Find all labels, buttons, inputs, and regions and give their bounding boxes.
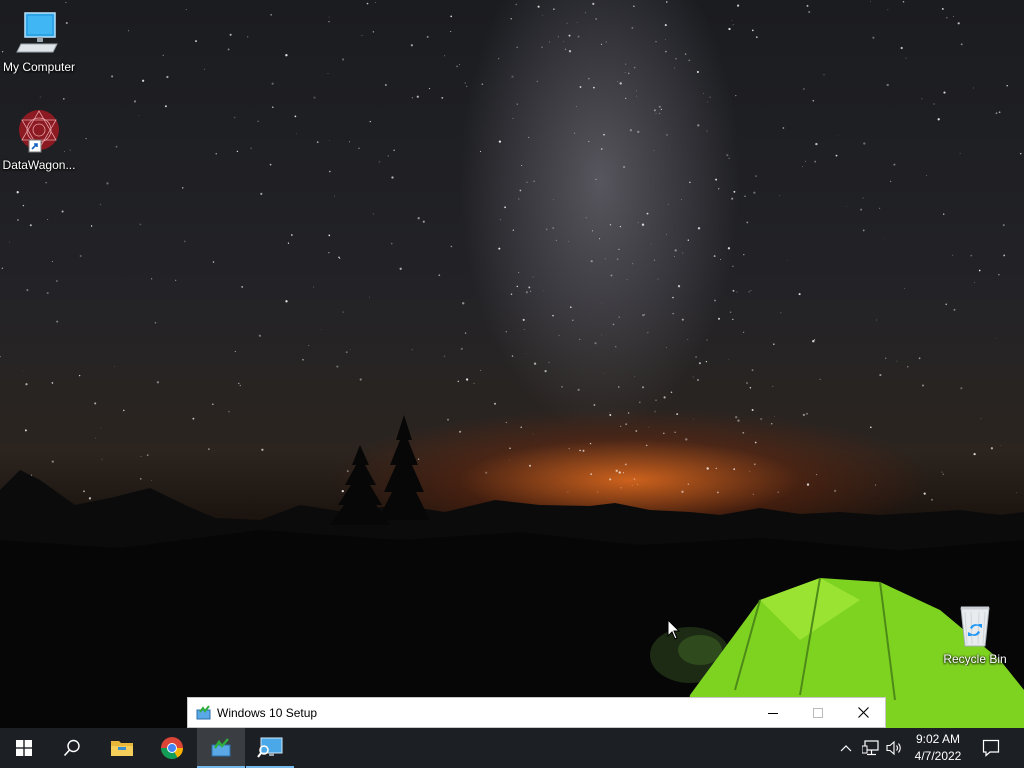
recycle-bin-icon	[951, 602, 999, 650]
windows-logo-icon	[16, 740, 32, 756]
close-button[interactable]	[840, 698, 886, 727]
mouse-cursor-icon	[667, 619, 681, 640]
chrome-icon	[161, 737, 183, 759]
desktop-icon-recycle-bin[interactable]: Recycle Bin	[936, 602, 1014, 666]
maximize-icon	[813, 707, 823, 718]
desktop-icon-datawagon[interactable]: DataWagon...	[0, 108, 78, 172]
start-button[interactable]	[0, 728, 48, 768]
desktop-icon-label: My Computer	[2, 60, 76, 74]
datawagon-icon	[15, 108, 63, 156]
desktop-icon-label: DataWagon...	[2, 158, 76, 172]
maximize-button[interactable]	[795, 698, 841, 727]
folder-icon	[111, 741, 133, 756]
taskbar: 9:02 AM 4/7/2022	[0, 728, 1024, 768]
chevron-up-icon	[840, 745, 852, 752]
volume-icon	[886, 740, 901, 756]
clock-date: 4/7/2022	[914, 749, 962, 763]
clock-time: 9:02 AM	[915, 732, 961, 746]
minimize-icon	[768, 712, 778, 714]
mountain-silhouette	[0, 415, 1024, 728]
monitor-search-icon	[257, 737, 283, 758]
search-button[interactable]	[48, 728, 96, 768]
network-button[interactable]	[860, 728, 882, 768]
file-explorer-button[interactable]	[98, 728, 146, 768]
show-hidden-icons-button[interactable]	[836, 728, 856, 768]
windows-setup-window[interactable]: Windows 10 Setup	[187, 697, 886, 728]
setup-icon	[196, 705, 212, 721]
notification-icon	[982, 739, 1000, 757]
desktop-icon-label: Recycle Bin	[943, 652, 1007, 666]
search-icon	[63, 739, 80, 757]
clock-button[interactable]: 9:02 AM 4/7/2022	[906, 731, 970, 765]
window-title: Windows 10 Setup	[217, 706, 318, 720]
chrome-button[interactable]	[148, 728, 196, 768]
setup-icon	[211, 738, 231, 757]
close-icon	[857, 707, 869, 718]
desktop-icon-my-computer[interactable]: My Computer	[0, 10, 78, 74]
monitor-icon	[15, 10, 63, 58]
action-center-button[interactable]	[976, 728, 1006, 768]
volume-button[interactable]	[884, 728, 906, 768]
minimize-button[interactable]	[750, 698, 796, 727]
remote-desktop-taskbar-button[interactable]	[246, 728, 294, 768]
network-icon	[862, 740, 879, 756]
desktop-wallpaper	[0, 0, 1024, 728]
windows-setup-taskbar-button[interactable]	[197, 728, 245, 768]
